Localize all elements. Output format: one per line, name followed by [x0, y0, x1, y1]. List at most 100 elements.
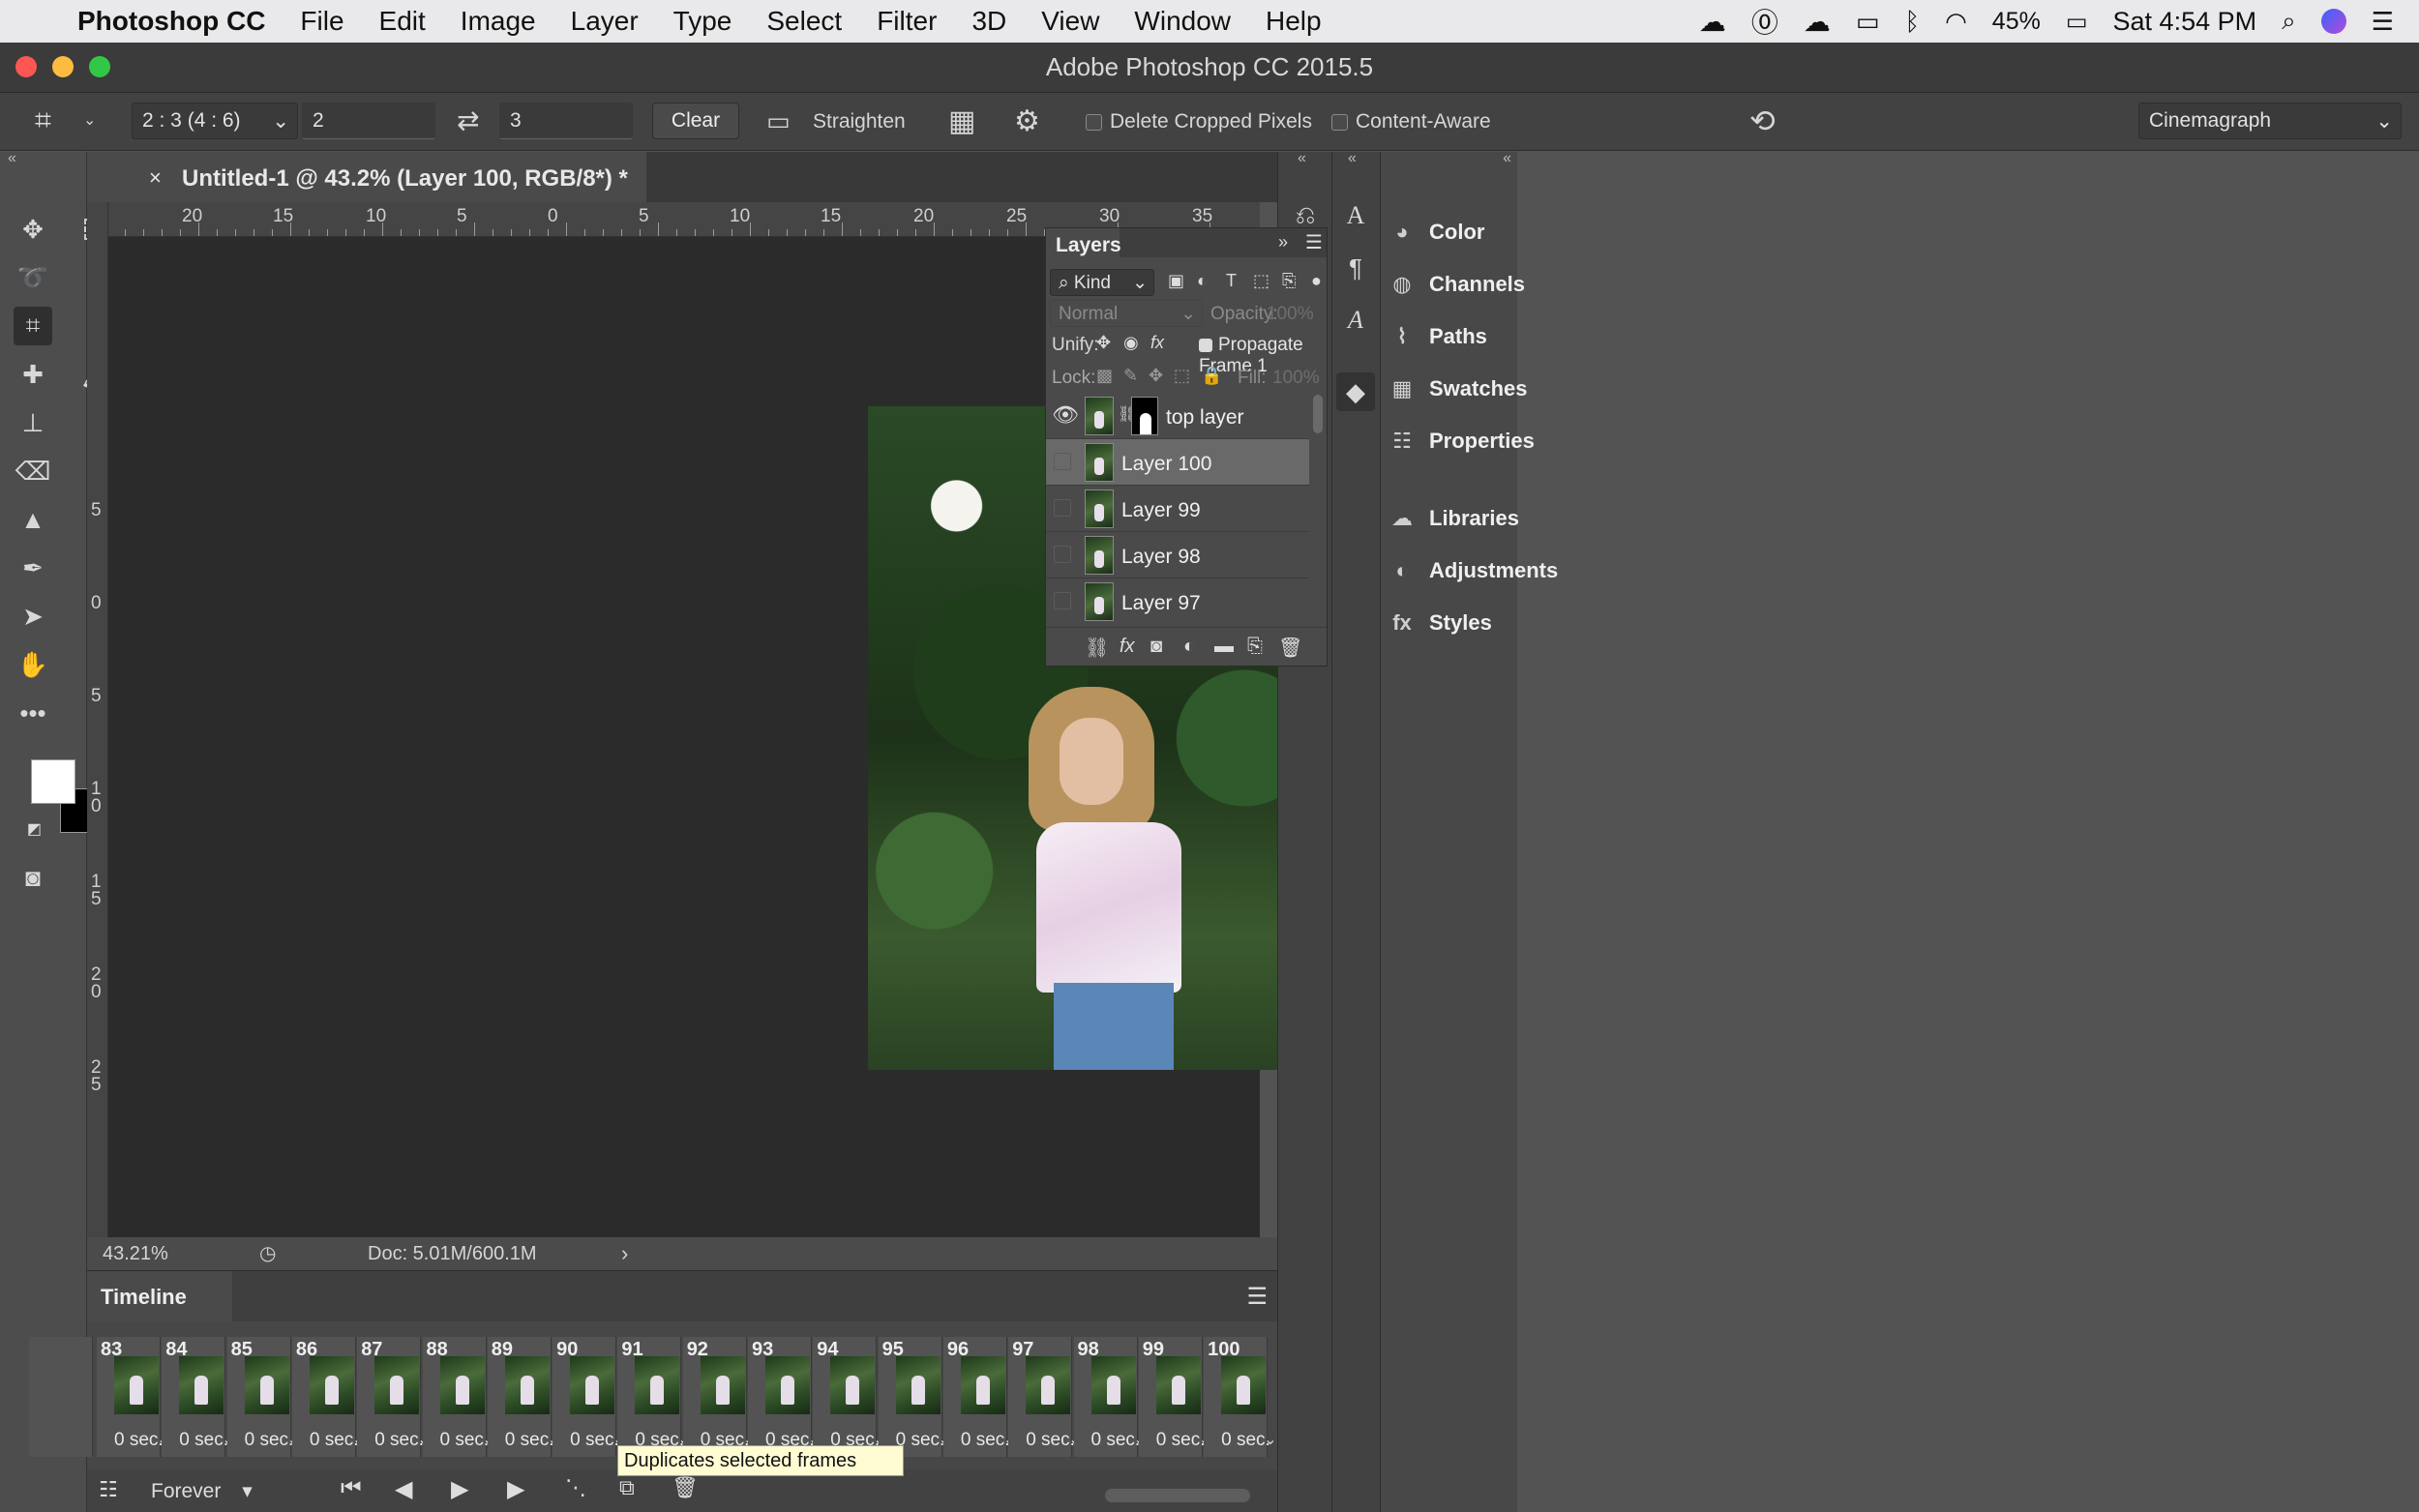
- layers-tab[interactable]: Layers: [1046, 228, 1121, 257]
- visibility-toggle[interactable]: [1054, 499, 1071, 517]
- timeline-frame[interactable]: 830 sec.⌄: [97, 1337, 169, 1457]
- paragraph-icon[interactable]: ¶: [1336, 249, 1375, 287]
- layer-mask-thumbnail[interactable]: [1131, 397, 1158, 435]
- timeline-frame[interactable]: 980 sec.⌄: [1073, 1337, 1147, 1457]
- collapse-panels-icon[interactable]: «: [1348, 150, 1357, 167]
- timeline-frame[interactable]: 880 sec.⌄: [422, 1337, 495, 1457]
- lock-transparency-icon[interactable]: ▩: [1096, 366, 1113, 386]
- workspace-select[interactable]: Cinemagraph ⌄: [2138, 103, 2402, 139]
- panel-styles[interactable]: fx Styles: [1389, 607, 1492, 639]
- menu-edit[interactable]: Edit: [362, 6, 443, 37]
- battery-icon[interactable]: ▭: [2066, 8, 2088, 36]
- menu-view[interactable]: View: [1024, 6, 1117, 37]
- spotlight-icon[interactable]: ⌕: [2282, 6, 2296, 37]
- blend-mode-select[interactable]: Normal ⌄: [1050, 300, 1203, 327]
- creative-cloud-icon[interactable]: ☁: [1699, 6, 1726, 38]
- visibility-toggle[interactable]: [1054, 546, 1071, 563]
- straighten-button[interactable]: Straighten: [813, 110, 906, 133]
- filter-toggle-icon[interactable]: ●: [1311, 271, 1322, 291]
- timeline-frame[interactable]: 990 sec.⌄: [1138, 1337, 1211, 1457]
- timeline-frame[interactable]: 960 sec.⌄: [942, 1337, 1016, 1457]
- menu-select[interactable]: Select: [749, 6, 859, 37]
- layer-row-layer-100[interactable]: Layer 100: [1046, 439, 1309, 486]
- delete-cropped-checkbox[interactable]: Delete Cropped Pixels: [1086, 110, 1312, 133]
- convert-to-video-timeline-icon[interactable]: ☷: [99, 1477, 118, 1502]
- crop-tool-icon[interactable]: ⌗: [35, 104, 51, 137]
- unify-visibility-icon[interactable]: ◉: [1123, 333, 1139, 353]
- duplicate-frame-icon[interactable]: ⧉: [619, 1475, 635, 1500]
- straighten-icon[interactable]: ▭: [766, 106, 791, 136]
- clone-stamp-tool-icon[interactable]: ⊥: [14, 403, 52, 442]
- panel-color[interactable]: ◕ Color: [1389, 216, 1484, 249]
- timeline-frame[interactable]: 860 sec.⌄: [291, 1337, 365, 1457]
- lock-pixels-icon[interactable]: ✎: [1123, 366, 1138, 386]
- timeline-scrollbar[interactable]: [1105, 1489, 1250, 1502]
- timeline-tab[interactable]: Timeline: [87, 1271, 232, 1321]
- lock-artboard-icon[interactable]: ⬚: [1174, 366, 1190, 386]
- delete-frame-icon[interactable]: 🗑: [672, 1475, 699, 1500]
- play-icon[interactable]: ▶: [451, 1475, 468, 1503]
- onepassword-icon[interactable]: ⓪: [1751, 2, 1778, 41]
- document-tab[interactable]: × Untitled-1 @ 43.2% (Layer 100, RGB/8*)…: [87, 152, 646, 202]
- timeline-frame[interactable]: 930 sec.⌄: [748, 1337, 821, 1457]
- filter-smart-object-icon[interactable]: ⎘: [1282, 271, 1296, 291]
- filter-adjustment-icon[interactable]: ◐: [1197, 271, 1208, 291]
- unify-position-icon[interactable]: ✥: [1096, 333, 1111, 353]
- timeline-frame[interactable]: 840 sec.⌄: [162, 1337, 235, 1457]
- next-frame-icon[interactable]: ▶: [507, 1475, 524, 1503]
- visibility-toggle[interactable]: [1054, 453, 1071, 470]
- share-icon[interactable]: ◷: [259, 1241, 276, 1265]
- first-frame-icon[interactable]: ⏮: [341, 1475, 362, 1502]
- unify-style-icon[interactable]: fx: [1150, 333, 1164, 353]
- content-aware-checkbox[interactable]: Content-Aware: [1331, 110, 1491, 133]
- bluetooth-icon[interactable]: ᛒ: [1905, 7, 1921, 37]
- timeline-frame[interactable]: 910 sec.⌄: [617, 1337, 691, 1457]
- settings-gear-icon[interactable]: ⚙: [1014, 104, 1040, 138]
- panel-channels[interactable]: ◍ Channels: [1389, 268, 1525, 301]
- hand-tool-icon[interactable]: ✋: [14, 645, 52, 684]
- new-layer-icon[interactable]: ⎘: [1247, 636, 1263, 658]
- eye-icon[interactable]: 👁: [1052, 402, 1079, 428]
- fill-input[interactable]: 100%: [1272, 368, 1320, 389]
- previous-frame-icon[interactable]: ◀: [395, 1475, 412, 1503]
- new-group-icon[interactable]: ▬: [1214, 636, 1234, 658]
- notification-center-icon[interactable]: ☰: [2372, 7, 2394, 37]
- clock[interactable]: Sat 4:54 PM: [2113, 7, 2257, 37]
- tween-icon[interactable]: ⋱: [565, 1475, 586, 1500]
- foreground-color-swatch[interactable]: [31, 759, 75, 804]
- overlay-grid-icon[interactable]: ▦: [948, 104, 975, 138]
- layer-row-layer-97[interactable]: Layer 97: [1046, 578, 1309, 621]
- panel-swatches[interactable]: ▦ Swatches: [1389, 372, 1528, 405]
- timeline-frame[interactable]: 940 sec.⌄: [813, 1337, 886, 1457]
- timeline-frame[interactable]: 950 sec.⌄: [878, 1337, 951, 1457]
- expand-panel-icon[interactable]: »: [1278, 232, 1288, 252]
- layers-scrollbar[interactable]: [1313, 395, 1323, 433]
- crop-height-input[interactable]: 3: [499, 103, 633, 139]
- filter-type-icon[interactable]: T: [1226, 271, 1237, 291]
- filter-pixel-icon[interactable]: ▣: [1168, 271, 1184, 291]
- timeline-frame[interactable]: 890 sec.⌄: [487, 1337, 560, 1457]
- character-icon[interactable]: A: [1336, 196, 1375, 235]
- close-tab-icon[interactable]: ×: [149, 165, 162, 191]
- loop-select[interactable]: Forever ▾: [151, 1479, 253, 1503]
- timeline-menu-icon[interactable]: ☰: [1246, 1283, 1268, 1311]
- menu-layer[interactable]: Layer: [553, 6, 656, 37]
- layer-row-layer-99[interactable]: Layer 99: [1046, 486, 1309, 532]
- path-select-tool-icon[interactable]: ➤: [14, 597, 52, 636]
- wifi-icon[interactable]: ◠: [1945, 7, 1967, 37]
- pen-tool-icon[interactable]: ✒: [14, 548, 52, 587]
- default-colors-icon[interactable]: ◩: [27, 819, 42, 839]
- layer-row-top-layer[interactable]: 👁 ⛓ top layer: [1046, 393, 1309, 439]
- timeline-frame-partial[interactable]: [29, 1337, 93, 1457]
- add-style-icon[interactable]: fx: [1120, 636, 1135, 658]
- clear-button[interactable]: Clear: [652, 103, 739, 139]
- filter-kind-select[interactable]: ⌕ Kind ⌄: [1050, 269, 1154, 296]
- lock-position-icon[interactable]: ✥: [1149, 366, 1163, 386]
- lock-all-icon[interactable]: 🔒: [1201, 366, 1222, 386]
- link-layers-icon[interactable]: ⛓: [1085, 636, 1109, 660]
- tool-preset-dropdown-icon[interactable]: ⌄: [83, 110, 96, 130]
- opacity-input[interactable]: 100%: [1267, 304, 1314, 325]
- panel-paths[interactable]: ⌇ Paths: [1389, 320, 1487, 353]
- siri-icon[interactable]: [2320, 9, 2346, 34]
- menu-file[interactable]: File: [283, 6, 361, 37]
